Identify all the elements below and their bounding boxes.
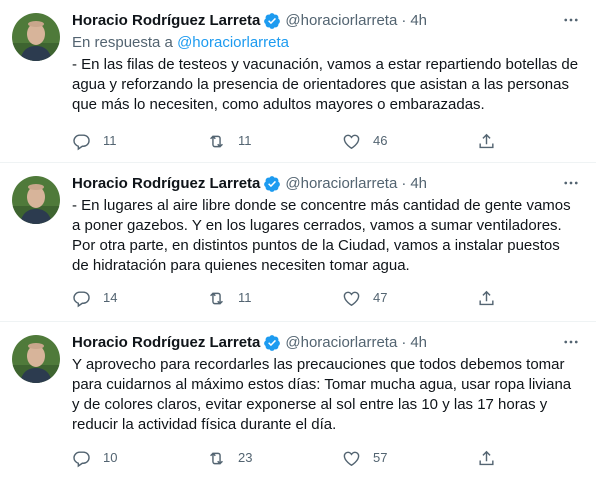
retweet-icon: [210, 291, 223, 305]
author-handle[interactable]: @horaciorlarreta: [285, 11, 397, 31]
author-handle[interactable]: @horaciorlarreta: [285, 333, 397, 353]
reply-icon: [73, 133, 90, 150]
share-button[interactable]: [477, 132, 497, 151]
share-button[interactable]: [477, 289, 497, 308]
verified-badge-icon: [263, 175, 281, 193]
tweet-actions: 10 23 57: [72, 448, 497, 468]
like-count: 47: [373, 290, 388, 305]
timestamp[interactable]: 4h: [410, 11, 427, 31]
share-icon: [479, 133, 494, 148]
tweet-actions: 14 11 47: [72, 288, 497, 308]
tweet-actions: 11 11 46: [72, 131, 497, 151]
share-icon: [479, 290, 494, 305]
retweet-icon: [210, 134, 223, 148]
retweet-icon: [210, 451, 223, 465]
tweet-text: Y aprovecho para recordarles las precauc…: [72, 356, 576, 433]
reply-handle-link[interactable]: @horaciorlarreta: [177, 34, 289, 51]
reply-count: 10: [103, 450, 118, 465]
more-options-icon[interactable]: [558, 331, 584, 353]
retweet-count: 11: [238, 290, 252, 305]
reply-count: 14: [103, 290, 118, 305]
author-name[interactable]: Horacio Rodríguez Larreta: [72, 174, 260, 194]
verified-badge-icon: [263, 334, 281, 352]
share-button[interactable]: [477, 449, 497, 468]
tweet-text: - En las filas de testeos y vacunación, …: [72, 56, 583, 113]
retweet-button[interactable]: 23: [207, 449, 307, 468]
separator-dot: ·: [401, 334, 407, 351]
verified-badge-icon: [263, 12, 281, 30]
like-icon: [343, 291, 360, 306]
like-button[interactable]: 57: [342, 449, 442, 468]
retweet-button[interactable]: 11: [207, 289, 307, 308]
tweet[interactable]: Horacio Rodríguez Larreta @horaciorlarre…: [0, 163, 596, 322]
more-options-icon[interactable]: [558, 9, 584, 31]
author-name[interactable]: Horacio Rodríguez Larreta: [72, 11, 260, 31]
tweet[interactable]: Horacio Rodríguez Larreta @horaciorlarre…: [0, 0, 596, 163]
like-count: 57: [373, 450, 388, 465]
reply-icon: [73, 450, 90, 467]
timestamp[interactable]: 4h: [410, 333, 427, 353]
tweet-text: - En lugares al aire libre donde se conc…: [72, 197, 575, 274]
share-icon: [479, 450, 494, 465]
reply-context: En respuesta a @horaciorlarreta: [72, 33, 580, 53]
reply-prefix: En respuesta a: [72, 34, 173, 51]
reply-icon: [73, 290, 90, 307]
reply-button[interactable]: 11: [72, 132, 172, 151]
retweet-count: 23: [238, 450, 253, 465]
retweet-button[interactable]: 11: [207, 132, 307, 151]
avatar[interactable]: [12, 13, 60, 61]
separator-dot: ·: [401, 12, 407, 29]
retweet-count: 11: [238, 133, 252, 148]
author-name[interactable]: Horacio Rodríguez Larreta: [72, 333, 260, 353]
author-handle[interactable]: @horaciorlarreta: [285, 174, 397, 194]
like-count: 46: [373, 133, 388, 148]
reply-count: 11: [103, 133, 117, 148]
like-button[interactable]: 47: [342, 289, 442, 308]
like-icon: [343, 451, 360, 466]
avatar[interactable]: [12, 176, 60, 224]
like-button[interactable]: 46: [342, 132, 442, 151]
timestamp[interactable]: 4h: [410, 174, 427, 194]
reply-button[interactable]: 10: [72, 449, 172, 468]
tweet[interactable]: Horacio Rodríguez Larreta @horaciorlarre…: [0, 322, 596, 486]
separator-dot: ·: [401, 175, 407, 192]
more-options-icon[interactable]: [558, 172, 584, 194]
like-icon: [343, 134, 360, 149]
reply-button[interactable]: 14: [72, 289, 172, 308]
avatar[interactable]: [12, 335, 60, 383]
